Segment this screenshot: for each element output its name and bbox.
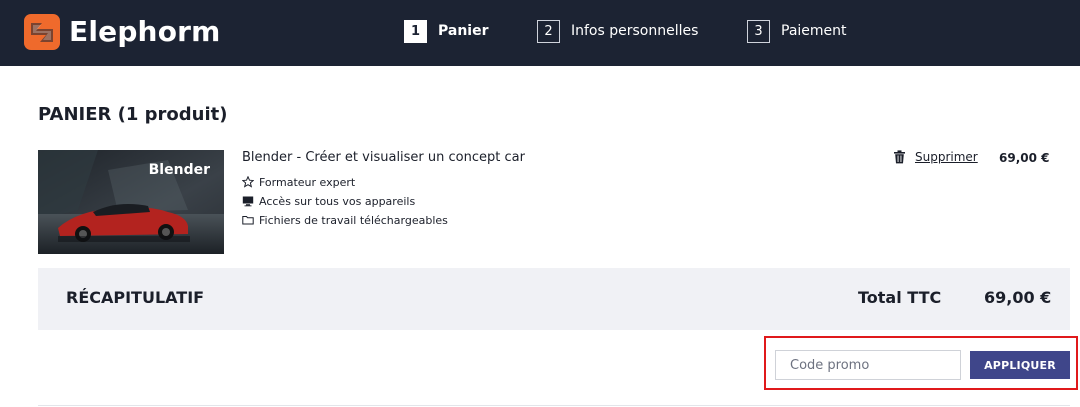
product-thumbnail[interactable]: Blender bbox=[38, 150, 224, 254]
step-cart: 1 Panier bbox=[404, 19, 489, 43]
trash-icon bbox=[894, 150, 905, 164]
brand-name: Elephorm bbox=[69, 15, 221, 48]
top-navigation-bar: Elephorm 1 Panier 2 Infos personnelles 3… bbox=[0, 0, 1080, 66]
step-label: Panier bbox=[438, 23, 489, 39]
divider bbox=[38, 405, 1070, 406]
feature-text: Fichiers de travail téléchargeables bbox=[259, 213, 448, 227]
summary-title: RÉCAPITULATIF bbox=[66, 288, 205, 307]
remove-item-button[interactable]: Supprimer bbox=[893, 149, 978, 165]
feature-text: Accès sur tous vos appareils bbox=[259, 194, 416, 208]
remove-link[interactable]: Supprimer bbox=[915, 150, 978, 164]
step-personal-info: 2 Infos personnelles bbox=[537, 19, 698, 43]
step-number: 1 bbox=[404, 19, 427, 43]
feature-item: Accès sur tous vos appareils bbox=[242, 193, 415, 209]
monitor-icon bbox=[242, 196, 254, 207]
step-label: Paiement bbox=[781, 23, 847, 39]
star-outline-icon bbox=[242, 176, 254, 188]
item-price: 69,00 € bbox=[999, 151, 1050, 165]
brand-logo[interactable]: Elephorm bbox=[24, 14, 221, 50]
step-label: Infos personnelles bbox=[571, 23, 699, 39]
step-number: 3 bbox=[747, 19, 770, 43]
step-number: 2 bbox=[537, 19, 560, 43]
promo-code-input[interactable] bbox=[775, 350, 961, 380]
feature-text: Formateur expert bbox=[259, 175, 356, 189]
feature-item: Fichiers de travail téléchargeables bbox=[242, 212, 448, 228]
apply-promo-button[interactable]: APPLIQUER bbox=[970, 351, 1070, 379]
feature-item: Formateur expert bbox=[242, 174, 355, 190]
product-name[interactable]: Blender - Créer et visualiser un concept… bbox=[242, 150, 525, 165]
order-summary: RÉCAPITULATIF Total TTC 69,00 € bbox=[38, 268, 1070, 330]
cart-title: PANIER (1 produit) bbox=[38, 104, 228, 125]
elephorm-logo-icon bbox=[24, 14, 60, 50]
folder-icon bbox=[242, 216, 254, 225]
step-payment: 3 Paiement bbox=[747, 19, 847, 43]
total-value: 69,00 € bbox=[984, 288, 1052, 307]
thumbnail-title: Blender bbox=[148, 162, 210, 178]
total-label: Total TTC bbox=[858, 288, 942, 307]
